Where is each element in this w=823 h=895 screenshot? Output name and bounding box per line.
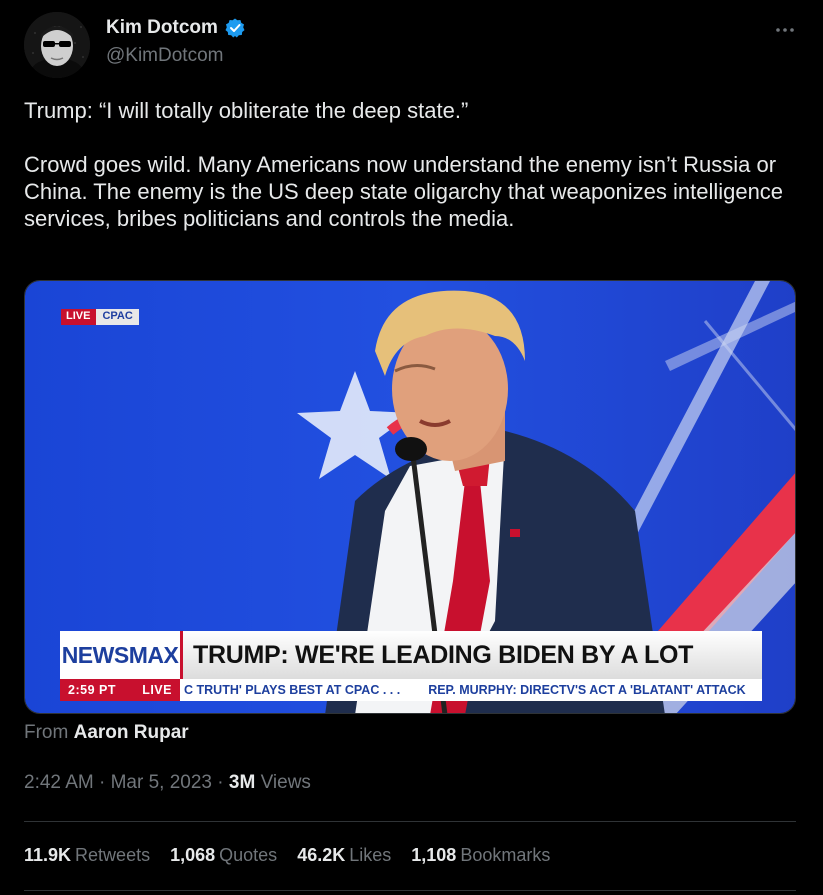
network-logo: NEWSMAX xyxy=(60,631,183,679)
retweets-label: Retweets xyxy=(75,845,151,865)
verified-badge-icon xyxy=(224,17,246,39)
avatar-image xyxy=(24,12,90,78)
news-ticker: 2:59 PT LIVE C TRUTH' PLAYS BEST AT CPAC… xyxy=(60,679,762,701)
live-badge: LIVE CPAC xyxy=(61,309,139,325)
divider xyxy=(24,890,796,891)
event-label: CPAC xyxy=(96,309,139,325)
divider xyxy=(24,821,796,822)
views-count: 3M xyxy=(228,772,256,793)
tweet-text: Trump: “I will totally obliterate the de… xyxy=(24,98,784,231)
ticker-scroll: C TRUTH' PLAYS BEST AT CPAC . . . REP. M… xyxy=(180,679,762,701)
author-name[interactable]: Kim Dotcom xyxy=(106,17,246,39)
likes-count: 46.2K xyxy=(297,845,346,865)
chyron-headline: TRUMP: WE'RE LEADING BIDEN BY A LOT xyxy=(183,631,762,679)
likes-stat[interactable]: 46.2K Likes xyxy=(297,845,391,866)
bookmarks-label: Bookmarks xyxy=(460,845,551,865)
engagement-stats: 11.9K Retweets 1,068 Quotes 46.2K Likes 1,1… xyxy=(24,845,550,866)
bookmarks-count: 1,108 xyxy=(411,845,457,865)
attribution-source[interactable]: Aaron Rupar xyxy=(74,722,189,743)
live-label: LIVE xyxy=(61,309,97,325)
video-player[interactable]: LIVE CPAC NEWSMAX TRUMP: WE'RE LEADING B… xyxy=(24,280,796,714)
tweet-time[interactable]: 2:42 AM xyxy=(24,772,94,793)
views-label: Views xyxy=(260,772,311,793)
avatar[interactable] xyxy=(24,12,90,78)
quotes-label: Quotes xyxy=(219,845,278,865)
bookmarks-stat[interactable]: 1,108 Bookmarks xyxy=(411,845,550,866)
tweet: Kim Dotcom @KimDotcom Trump: “I will tot… xyxy=(0,0,823,895)
news-chyron: NEWSMAX TRUMP: WE'RE LEADING BIDEN BY A … xyxy=(60,631,762,679)
tweet-date[interactable]: Mar 5, 2023 xyxy=(111,772,212,793)
likes-label: Likes xyxy=(349,845,392,865)
ticker-time-box: 2:59 PT LIVE xyxy=(60,679,180,701)
tweet-meta: 2:42 AM · Mar 5, 2023 · 3M Views xyxy=(24,772,311,794)
retweets-stat[interactable]: 11.9K Retweets xyxy=(24,845,150,866)
more-options-icon[interactable] xyxy=(770,15,800,45)
meta-separator: · xyxy=(99,772,106,793)
ticker-item: REP. MURPHY: DIRECTV'S ACT A 'BLATANT' A… xyxy=(428,683,746,697)
author-handle[interactable]: @KimDotcom xyxy=(106,45,223,67)
author-name-label: Kim Dotcom xyxy=(106,17,218,38)
quotes-count: 1,068 xyxy=(170,845,216,865)
meta-separator: · xyxy=(217,772,224,793)
retweets-count: 11.9K xyxy=(24,845,72,865)
ticker-item: C TRUTH' PLAYS BEST AT CPAC . . . xyxy=(184,683,401,697)
ticker-live: LIVE xyxy=(142,683,172,697)
media-attribution: From Aaron Rupar xyxy=(24,722,189,744)
quotes-stat[interactable]: 1,068 Quotes xyxy=(170,845,277,866)
attribution-prefix: From xyxy=(24,722,69,743)
ticker-time: 2:59 PT xyxy=(68,683,116,697)
